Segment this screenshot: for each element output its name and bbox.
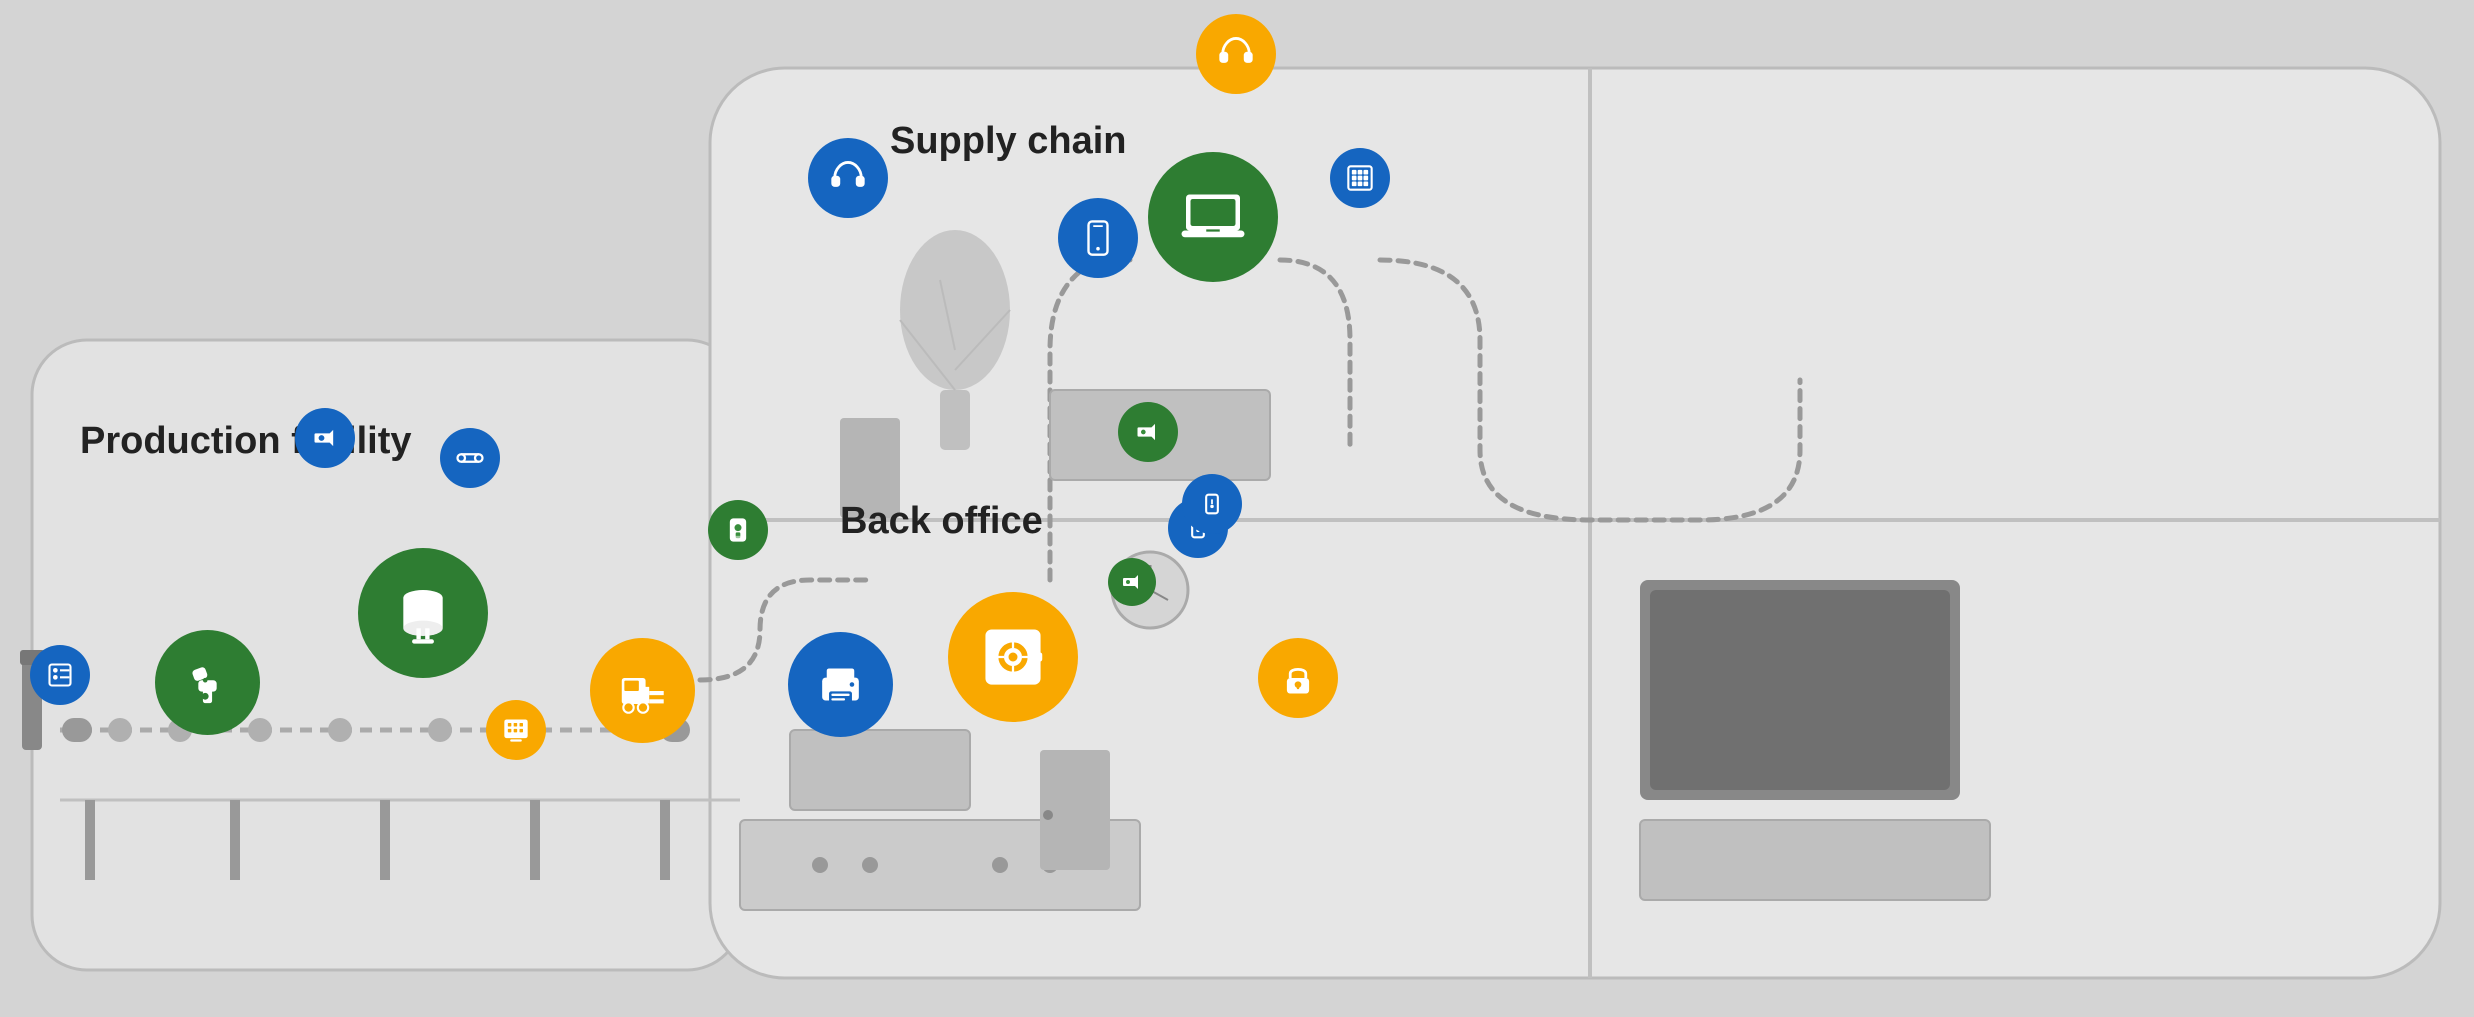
headset-blue-icon[interactable] bbox=[808, 138, 888, 218]
scene: Production facility Back office Supply c… bbox=[0, 0, 2474, 1017]
camera-back-office-2-icon[interactable] bbox=[1118, 402, 1178, 462]
back-office-label: Back office bbox=[840, 500, 1043, 543]
conveyor-control-icon[interactable] bbox=[440, 428, 500, 488]
terminal-production-icon[interactable] bbox=[486, 700, 546, 760]
headset-yellow-icon[interactable] bbox=[1196, 14, 1276, 94]
supply-chain-label: Supply chain bbox=[890, 120, 1126, 163]
sensor-supply-chain-icon[interactable] bbox=[1182, 474, 1242, 534]
printer-icon[interactable] bbox=[788, 632, 893, 737]
access-control-icon[interactable] bbox=[708, 500, 768, 560]
laptop-icon[interactable] bbox=[1148, 152, 1278, 282]
camera-back-office-icon[interactable] bbox=[1108, 558, 1156, 606]
control-panel-icon[interactable] bbox=[30, 645, 90, 705]
keypad-supply-chain-icon[interactable] bbox=[1330, 148, 1390, 208]
safe-icon[interactable] bbox=[948, 592, 1078, 722]
robot-arm-icon[interactable] bbox=[155, 630, 260, 735]
forklift-icon[interactable] bbox=[590, 638, 695, 743]
camera-production-icon[interactable] bbox=[295, 408, 355, 468]
production-facility-label: Production facility bbox=[80, 420, 411, 463]
storage-tank-icon[interactable] bbox=[358, 548, 488, 678]
mobile-icon[interactable] bbox=[1058, 198, 1138, 278]
lock-supply-chain-icon[interactable] bbox=[1258, 638, 1338, 718]
